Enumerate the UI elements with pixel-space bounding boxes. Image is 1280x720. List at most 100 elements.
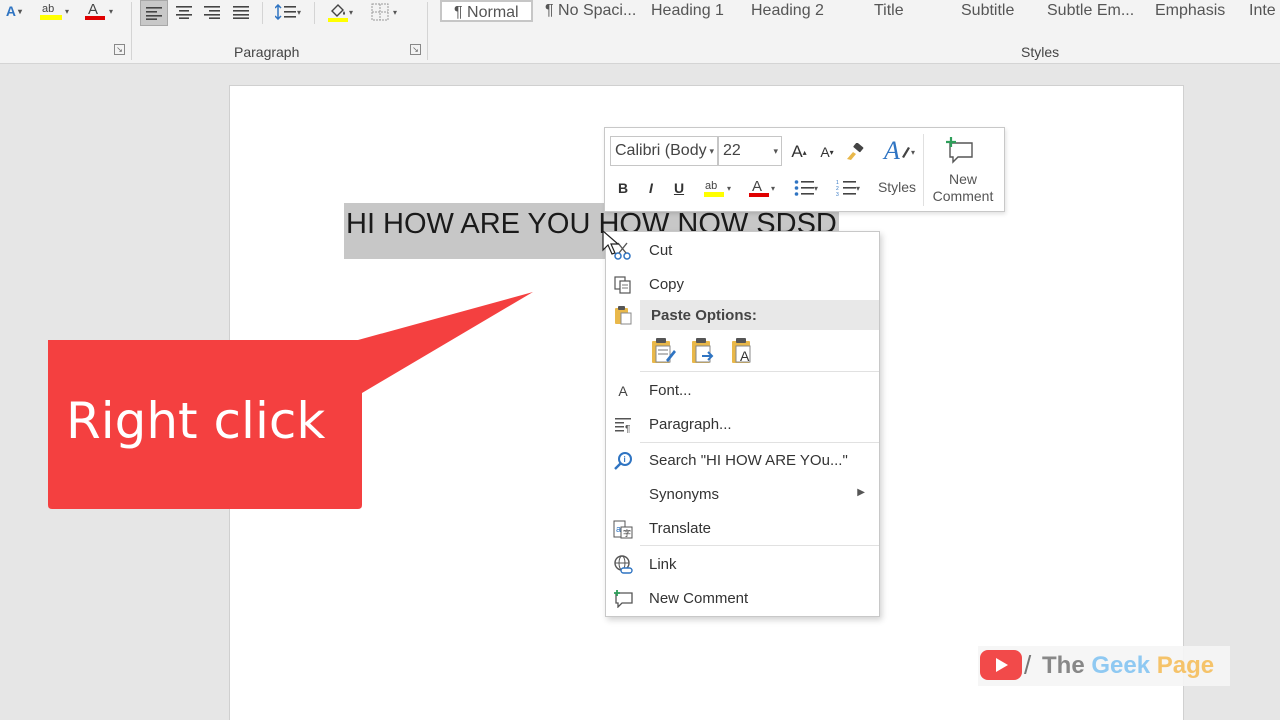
- font-icon: A: [618, 383, 628, 399]
- borders-icon[interactable]: ▾: [364, 0, 404, 24]
- paragraph-dialog-launcher[interactable]: ↘: [410, 44, 421, 55]
- ribbon-separator: [314, 2, 315, 24]
- copy-icon: [612, 275, 634, 295]
- justify-icon[interactable]: [227, 0, 255, 24]
- svg-text:A: A: [88, 1, 98, 18]
- menu-separator: [640, 442, 879, 443]
- new-comment-label[interactable]: New Comment: [925, 171, 1001, 205]
- style-emphasis[interactable]: Emphasis: [1155, 0, 1225, 22]
- svg-text:ab: ab: [705, 180, 717, 192]
- highlight-icon[interactable]: ab ▾: [34, 0, 74, 22]
- font-size-combo[interactable]: 22 ▾: [718, 136, 782, 166]
- new-comment-label-line2: Comment: [932, 188, 994, 204]
- menu-item-cut-label: Cut: [649, 242, 673, 259]
- context-menu: Cut Copy Paste Options: A A Font... ¶ Pa…: [605, 231, 880, 617]
- svg-text:3: 3: [836, 192, 839, 197]
- paste-merge-formatting-icon[interactable]: [688, 336, 718, 368]
- menu-item-synonyms[interactable]: Synonyms ▶: [606, 478, 879, 512]
- font-color-icon[interactable]: A ▾: [741, 176, 781, 200]
- svg-text:¶: ¶: [625, 424, 630, 433]
- menu-separator: [640, 371, 879, 372]
- watermark-geek: Geek: [1091, 652, 1151, 679]
- paragraph-icon: ¶: [612, 415, 634, 435]
- style-heading-2[interactable]: Heading 2: [751, 0, 824, 22]
- style-normal[interactable]: ¶ Normal: [440, 0, 533, 22]
- mouse-cursor-icon: [602, 230, 620, 255]
- align-center-icon[interactable]: [170, 0, 198, 24]
- style-subtitle[interactable]: Subtitle: [961, 0, 1014, 22]
- svg-text:A: A: [740, 348, 750, 364]
- menu-item-new-comment[interactable]: New Comment: [606, 582, 879, 616]
- shading-icon[interactable]: ▾: [320, 0, 360, 24]
- paste-options-header: Paste Options:: [640, 300, 879, 330]
- menu-item-search[interactable]: i Search "HI HOW ARE YOu...": [606, 444, 879, 478]
- style-heading-1[interactable]: Heading 1: [651, 0, 724, 22]
- menu-item-search-label: Search "HI HOW ARE YOu...": [649, 452, 848, 469]
- menu-item-link[interactable]: Link: [606, 548, 879, 582]
- watermark: / The Geek Page: [978, 646, 1230, 686]
- style-no-spacing[interactable]: ¶ No Spaci...: [545, 0, 636, 22]
- font-dialog-launcher[interactable]: ↘: [114, 44, 125, 55]
- menu-item-paragraph[interactable]: ¶ Paragraph...: [606, 408, 879, 442]
- style-subtle-emphasis[interactable]: Subtle Em...: [1047, 0, 1134, 22]
- paste-icon: [612, 304, 634, 326]
- svg-text:字: 字: [623, 528, 631, 538]
- menu-item-font[interactable]: A Font...: [606, 374, 879, 408]
- menu-item-copy[interactable]: Copy: [606, 268, 879, 302]
- watermark-the: The: [1042, 652, 1092, 679]
- font-size-value: 22: [723, 142, 741, 159]
- font-name-value: Calibri (Body: [615, 142, 707, 159]
- styles-group-label: Styles: [1021, 44, 1060, 60]
- text-effects-icon[interactable]: A ▾: [0, 0, 28, 22]
- ribbon-separator: [427, 2, 428, 60]
- align-left-icon[interactable]: [140, 0, 168, 26]
- line-spacing-icon[interactable]: ▾: [268, 0, 308, 24]
- youtube-icon: [980, 650, 1022, 680]
- format-painter-icon[interactable]: [843, 140, 867, 164]
- styles-button[interactable]: A ▾: [875, 134, 921, 168]
- align-right-icon[interactable]: [198, 0, 226, 24]
- numbering-icon[interactable]: 1 2 3 ▾: [829, 176, 867, 200]
- callout-text: Right click: [66, 392, 326, 450]
- grow-font-icon[interactable]: A ▴: [787, 140, 811, 164]
- watermark-slash: /: [1024, 650, 1032, 680]
- shrink-font-icon[interactable]: A ▾: [815, 140, 839, 164]
- bullets-icon[interactable]: ▾: [787, 176, 825, 200]
- menu-item-translate[interactable]: a字 Translate: [606, 512, 879, 546]
- menu-item-copy-label: Copy: [649, 276, 685, 293]
- highlight-icon[interactable]: ab ▾: [697, 176, 737, 200]
- chevron-right-icon: ▶: [857, 487, 865, 498]
- bold-button[interactable]: B: [611, 176, 635, 200]
- menu-separator: [640, 545, 879, 546]
- menu-item-link-label: Link: [649, 556, 677, 573]
- watermark-text: The Geek Page: [1042, 652, 1214, 680]
- style-title[interactable]: Title: [874, 0, 904, 22]
- svg-text:ab: ab: [42, 3, 54, 15]
- italic-button[interactable]: I: [639, 176, 663, 200]
- paragraph-group-label: Paragraph: [234, 44, 300, 60]
- svg-text:i: i: [624, 455, 626, 464]
- styles-label: Styles: [877, 179, 917, 195]
- translate-icon: a字: [612, 519, 634, 539]
- new-comment-label-line1: New: [948, 171, 977, 187]
- ribbon: A ▾ ab ▾ A ▾ ↘ ▾ ▾ ▾ Paragraph ↘ ¶ Normal ¶…: [0, 0, 1280, 64]
- comment-icon: [612, 589, 634, 609]
- paste-options-label: Paste Options:: [651, 307, 757, 324]
- paste-keep-text-only-icon[interactable]: A: [728, 336, 758, 368]
- font-name-combo[interactable]: Calibri (Body ▾: [610, 136, 718, 166]
- chevron-down-icon: ▾: [773, 146, 778, 156]
- font-color-icon[interactable]: A ▾: [78, 0, 118, 22]
- search-icon: i: [612, 451, 634, 471]
- ribbon-separator: [262, 2, 263, 24]
- svg-text:a: a: [616, 524, 621, 534]
- menu-item-font-label: Font...: [649, 382, 692, 399]
- svg-text:A: A: [752, 178, 762, 195]
- menu-item-paragraph-label: Paragraph...: [649, 416, 732, 433]
- style-intense[interactable]: Inte: [1249, 0, 1276, 22]
- paste-keep-source-formatting-icon[interactable]: [648, 336, 678, 368]
- menu-item-cut[interactable]: Cut: [606, 234, 879, 268]
- mini-toolbar: Calibri (Body ▾ 22 ▾ A ▴ A ▾ A ▾ Styles New…: [604, 127, 1005, 212]
- toolbar-separator: [923, 134, 924, 206]
- comment-icon[interactable]: [943, 136, 977, 166]
- underline-button[interactable]: U: [667, 176, 691, 200]
